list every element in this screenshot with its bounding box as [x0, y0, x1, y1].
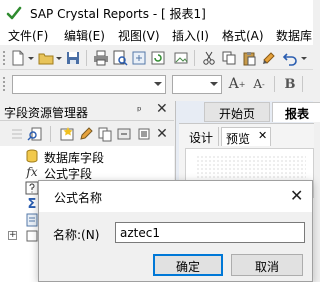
window-title: SAP Crystal Reports - [ 报表1]: [30, 7, 206, 21]
decrease-font-label: A: [253, 77, 262, 91]
formula-name-dialog: 公式名称 ✕ 名称:(N) 确定 取消: [38, 180, 313, 282]
print-preview-icon[interactable]: [111, 49, 129, 67]
open-dropdown-icon[interactable]: [55, 49, 63, 67]
menu-format[interactable]: 格式(A): [222, 27, 264, 44]
dialog-title: 公式名称: [54, 191, 103, 205]
font-size-combo[interactable]: [172, 75, 222, 94]
database-icon: [24, 148, 40, 164]
toolbar-separator: [302, 76, 303, 92]
pin-icon[interactable]: ᵖ: [137, 104, 142, 117]
formatting-toolbar: A + A- B: [0, 72, 313, 96]
field-explorer-header: 字段资源管理器 ᵖ ✕: [0, 101, 174, 121]
menu-edit[interactable]: 编辑(E): [64, 27, 105, 44]
toolbar-separator: [274, 76, 275, 92]
close-icon[interactable]: ✕: [156, 101, 168, 117]
formula-icon: fx: [26, 165, 38, 179]
tree-item-label: 数据库字段: [44, 151, 105, 165]
field-explorer-toolbar: ✕: [0, 122, 174, 146]
increase-font-icon[interactable]: A +: [228, 75, 246, 93]
decrease-font-icon[interactable]: A-: [250, 75, 268, 93]
tab-preview[interactable]: 预览 ✕: [221, 127, 271, 146]
app-logo-icon: [6, 5, 22, 21]
toolbar-grip-icon: [8, 125, 26, 143]
browse-data-icon[interactable]: [26, 125, 44, 143]
paste-icon[interactable]: [240, 49, 258, 67]
chevron-down-icon: [210, 82, 218, 86]
tab-start-page[interactable]: 开始页: [204, 102, 270, 122]
new-field-icon[interactable]: [58, 125, 76, 143]
bold-label: B: [284, 76, 296, 92]
format-painter-icon[interactable]: [260, 49, 278, 67]
chevron-down-icon: [154, 82, 162, 86]
new-document-icon[interactable]: [9, 49, 27, 67]
dialog-titlebar: 公式名称 ✕: [39, 181, 312, 212]
toolbar-separator: [86, 50, 87, 66]
copy-icon[interactable]: [220, 49, 238, 67]
toolbar-separator: [50, 126, 51, 142]
delete-icon[interactable]: ✕: [153, 125, 171, 143]
font-name-combo[interactable]: [12, 75, 166, 94]
properties-icon[interactable]: [135, 125, 153, 143]
formula-name-input[interactable]: [115, 222, 305, 243]
dialog-body: 名称:(N) 确定 取消: [39, 212, 312, 281]
toolbar-grip[interactable]: [2, 50, 6, 66]
menu-insert[interactable]: 插入(I): [172, 27, 209, 44]
tab-report1[interactable]: 报表: [272, 102, 320, 122]
new-dropdown-icon[interactable]: [27, 49, 35, 67]
name-label: 名称:(N): [53, 228, 100, 242]
tree-expand-icon[interactable]: +: [8, 231, 17, 240]
menu-bar: 文件(F) 编辑(E) 视图(V) 插入(I) 格式(A) 数据库: [0, 26, 313, 45]
tab-preview-label: 预览: [226, 132, 251, 146]
cancel-button[interactable]: 取消: [231, 254, 303, 276]
export-icon[interactable]: [130, 49, 148, 67]
ok-button[interactable]: 确定: [153, 254, 223, 276]
tab-design[interactable]: 设计: [185, 127, 219, 146]
close-icon[interactable]: ✕: [290, 186, 303, 205]
title-bar: SAP Crystal Reports - [ 报表1]: [0, 0, 313, 26]
save-icon[interactable]: [64, 49, 82, 67]
cut-icon[interactable]: [200, 49, 218, 67]
standard-toolbar: [0, 46, 313, 70]
edit-pencil-icon[interactable]: [77, 125, 95, 143]
toolbar-grip[interactable]: [2, 76, 6, 92]
duplicate-icon[interactable]: [96, 125, 114, 143]
toolbar-image-icon[interactable]: [172, 49, 190, 67]
field-explorer-title: 字段资源管理器: [4, 106, 89, 120]
undo-dropdown-icon[interactable]: [299, 49, 309, 67]
increase-font-label: A: [228, 76, 239, 92]
menu-view[interactable]: 视图(V): [118, 27, 160, 44]
menu-file[interactable]: 文件(F): [8, 27, 48, 44]
rename-icon[interactable]: [115, 125, 133, 143]
close-icon[interactable]: ✕: [258, 129, 267, 142]
menu-database[interactable]: 数据库: [276, 27, 312, 44]
toolbar-separator: [194, 50, 195, 66]
open-folder-icon[interactable]: [37, 49, 55, 67]
bold-icon[interactable]: B: [281, 75, 299, 93]
undo-icon[interactable]: [281, 49, 299, 67]
print-icon[interactable]: [92, 49, 110, 67]
refresh-icon[interactable]: [149, 49, 167, 67]
